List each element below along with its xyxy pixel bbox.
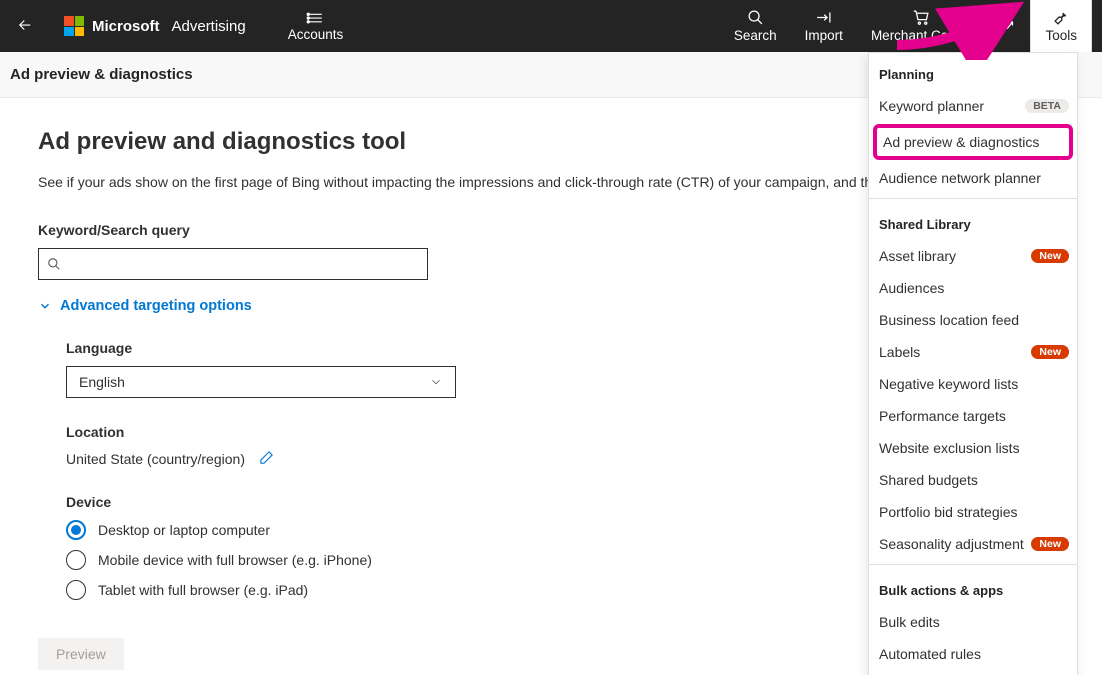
language-select[interactable]: English <box>66 366 456 398</box>
brand-product: Advertising <box>172 18 246 35</box>
nav-search-label: Search <box>734 28 777 43</box>
tools-menu-item[interactable]: Website exclusion lists <box>869 432 1077 464</box>
tools-item-label: Bulk edits <box>879 614 940 630</box>
tools-item-label: Shared budgets <box>879 472 978 488</box>
device-option-label: Desktop or laptop computer <box>98 522 270 538</box>
tools-item-label: Portfolio bid strategies <box>879 504 1018 520</box>
tools-section-head: Shared Library <box>869 203 1077 240</box>
tools-menu-item[interactable]: Ad preview & diagnostics <box>873 124 1073 160</box>
nav-merchant-label: Merchant Center <box>871 28 972 43</box>
accounts-label: Accounts <box>288 27 344 42</box>
chevron-down-icon <box>429 375 443 389</box>
location-value: United State (country/region) <box>66 451 245 467</box>
advanced-targeting-label: Advanced targeting options <box>60 298 252 314</box>
search-icon <box>747 9 764 26</box>
microsoft-logo-icon <box>64 16 84 36</box>
tools-menu-item[interactable]: Keyword planner BETA <box>869 90 1077 122</box>
tools-section-head: Planning <box>869 53 1077 90</box>
nav-search[interactable]: Search <box>720 0 791 52</box>
preview-button[interactable]: Preview <box>38 638 124 670</box>
nav-reports[interactable] <box>985 0 1030 52</box>
tools-item-label: Asset library <box>879 248 956 264</box>
nav-tools[interactable]: Tools <box>1030 0 1092 52</box>
tools-menu-item[interactable]: Audience network planner <box>869 162 1077 194</box>
subheader-title: Ad preview & diagnostics <box>10 66 193 83</box>
tools-item-label: Ad preview & diagnostics <box>883 134 1039 150</box>
tools-item-label: Performance targets <box>879 408 1006 424</box>
tools-item-label: Seasonality adjustment <box>879 536 1024 552</box>
top-navigation: Microsoft Advertising Accounts Search Im… <box>0 0 1102 52</box>
device-option-label: Mobile device with full browser (e.g. iP… <box>98 552 372 568</box>
radio-icon <box>66 550 86 570</box>
pencil-icon <box>259 450 274 465</box>
tools-menu-item[interactable]: Asset library New <box>869 240 1077 272</box>
tools-item-label: Negative keyword lists <box>879 376 1018 392</box>
tools-menu-item[interactable]: Scripts <box>869 670 1077 675</box>
nav-import[interactable]: Import <box>791 0 857 52</box>
tools-item-label: Audiences <box>879 280 944 296</box>
language-value: English <box>79 374 125 390</box>
nav-import-label: Import <box>805 28 843 43</box>
tools-item-label: Labels <box>879 344 920 360</box>
tools-item-label: Keyword planner <box>879 98 984 114</box>
badge-beta: BETA <box>1025 99 1069 113</box>
tools-item-label: Automated rules <box>879 646 981 662</box>
brand-name: Microsoft <box>92 18 160 35</box>
cart-icon <box>913 9 930 26</box>
tools-item-label: Audience network planner <box>879 170 1041 186</box>
back-arrow[interactable] <box>10 16 40 37</box>
chart-icon <box>999 17 1016 34</box>
tools-menu-item[interactable]: Automated rules <box>869 638 1077 670</box>
tools-menu-item[interactable]: Labels New <box>869 336 1077 368</box>
brand-logo-wrap[interactable]: Microsoft Advertising <box>64 16 246 36</box>
tools-menu-item[interactable]: Bulk edits <box>869 606 1077 638</box>
nav-merchant[interactable]: Merchant Center <box>857 0 986 52</box>
accounts-nav[interactable]: Accounts <box>288 11 344 42</box>
wrench-icon <box>1053 9 1070 26</box>
keyword-input[interactable] <box>67 256 419 272</box>
search-icon <box>47 257 61 271</box>
tools-section-head: Bulk actions & apps <box>869 569 1077 606</box>
badge-new: New <box>1031 345 1069 359</box>
tools-menu-item[interactable]: Business location feed <box>869 304 1077 336</box>
tools-menu-item[interactable]: Seasonality adjustment New <box>869 528 1077 560</box>
tools-dropdown-panel: Planning Keyword planner BETA Ad preview & … <box>868 52 1078 675</box>
tools-menu-item[interactable]: Shared budgets <box>869 464 1077 496</box>
tools-item-label: Website exclusion lists <box>879 440 1020 456</box>
device-option-label: Tablet with full browser (e.g. iPad) <box>98 582 308 598</box>
import-icon <box>815 9 832 26</box>
tools-menu-item[interactable]: Performance targets <box>869 400 1077 432</box>
tools-menu-item[interactable]: Negative keyword lists <box>869 368 1077 400</box>
badge-new: New <box>1031 249 1069 263</box>
nav-tools-label: Tools <box>1045 28 1077 43</box>
badge-new: New <box>1031 537 1069 551</box>
tools-menu-item[interactable]: Portfolio bid strategies <box>869 496 1077 528</box>
tools-menu-item[interactable]: Audiences <box>869 272 1077 304</box>
edit-location-button[interactable] <box>259 450 274 468</box>
keyword-search-input-wrap[interactable] <box>38 248 428 280</box>
tools-item-label: Business location feed <box>879 312 1019 328</box>
radio-icon <box>66 520 86 540</box>
radio-icon <box>66 580 86 600</box>
chevron-down-icon <box>38 299 52 313</box>
